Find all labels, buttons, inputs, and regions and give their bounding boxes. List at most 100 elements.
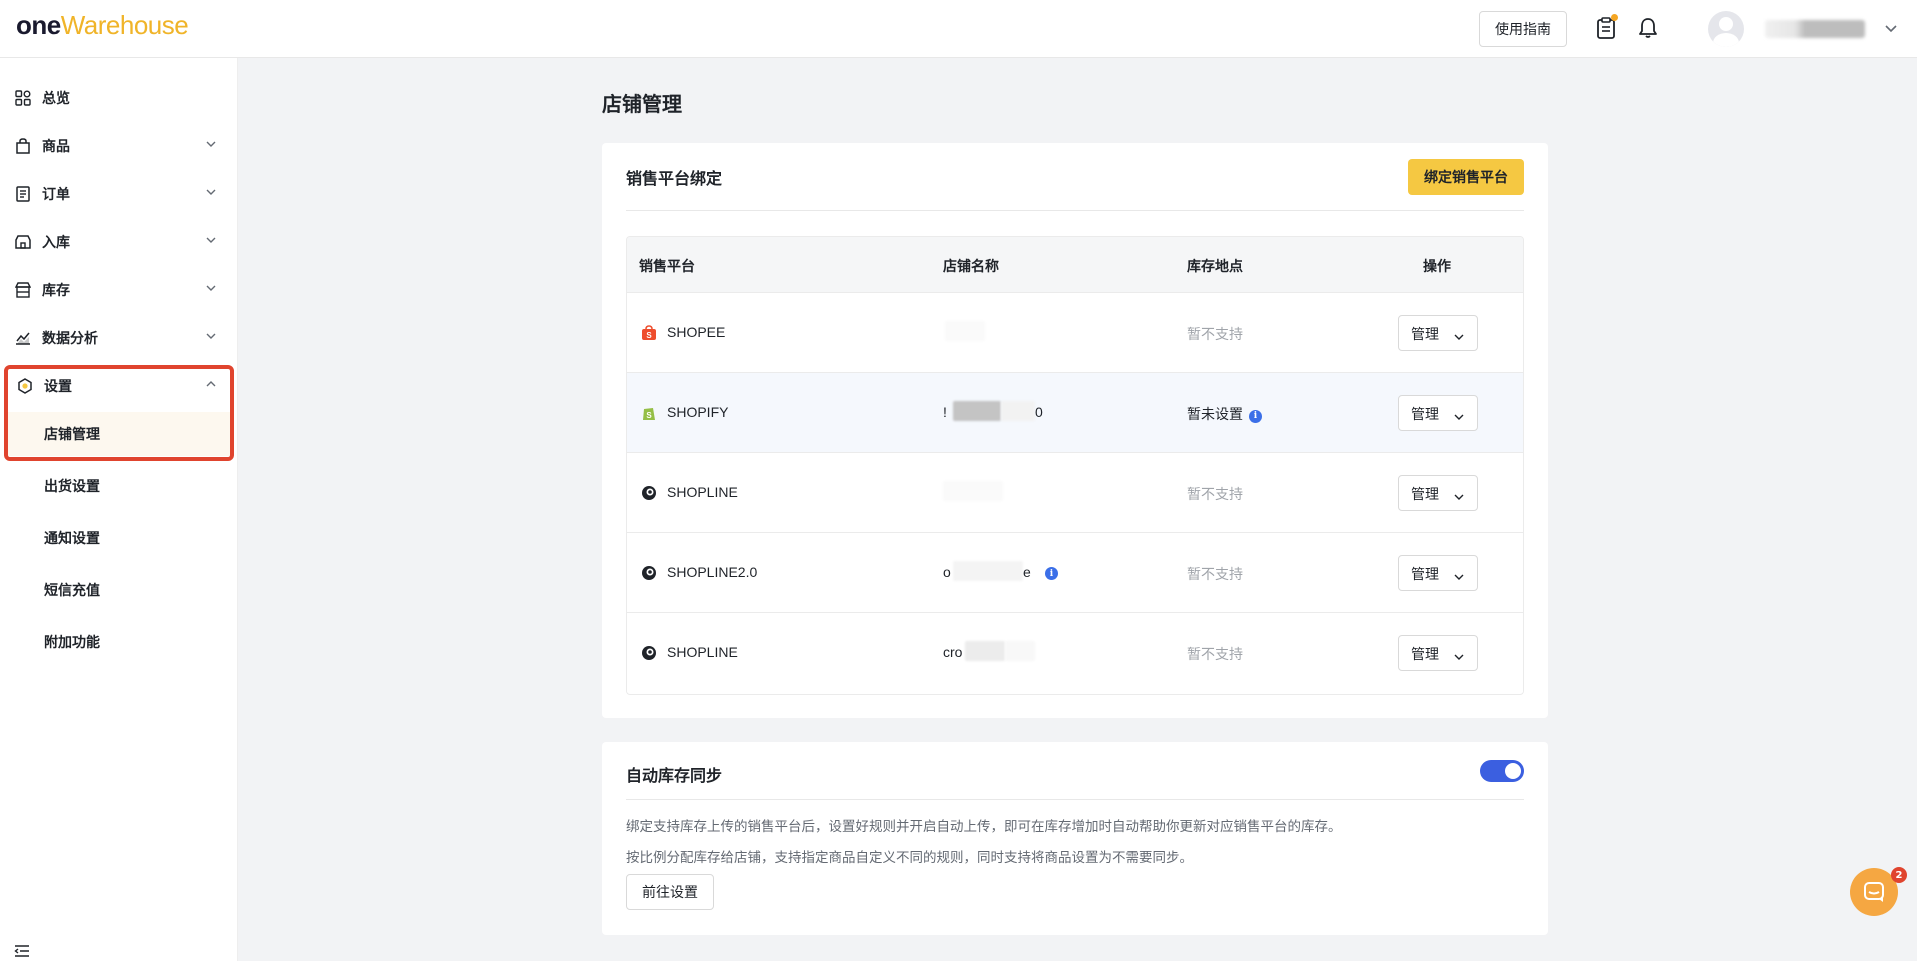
inventory-location: 暂不支持 xyxy=(1187,327,1243,343)
store-name-redacted xyxy=(953,401,1001,421)
chat-unread-badge: 2 xyxy=(1891,867,1907,883)
shopline-icon xyxy=(641,485,657,501)
table-header: 销售平台 店铺名称 库存地点 操作 xyxy=(627,237,1523,293)
auto-inventory-sync-card: 自动库存同步 绑定支持库存上传的销售平台后，设置好规则并开启自动上传，即可在库存… xyxy=(602,742,1548,935)
manage-label: 管理 xyxy=(1411,647,1439,663)
user-name-redacted[interactable] xyxy=(1765,20,1865,38)
sidebar-subitem-addons[interactable]: 附加功能 xyxy=(0,620,238,664)
store-name-prefix: ! xyxy=(943,404,947,420)
collapse-sidebar-icon[interactable] xyxy=(14,943,30,957)
logo-warehouse: Warehouse xyxy=(60,10,189,40)
sidebar-subitem-sms-topup[interactable]: 短信充值 xyxy=(0,568,238,612)
dashboard-icon xyxy=(14,89,32,107)
sidebar-subitem-shipping-settings[interactable]: 出货设置 xyxy=(0,464,238,508)
location-text: 暂未设置 xyxy=(1187,407,1243,423)
store-name-redacted xyxy=(965,641,1005,661)
order-list-icon xyxy=(14,185,32,203)
shopline-icon xyxy=(641,645,657,661)
chevron-down-icon xyxy=(1453,489,1465,507)
platform-name: SHOPLINE2.0 xyxy=(667,564,758,580)
inventory-location: 暂不支持 xyxy=(1187,647,1243,663)
platform-binding-card: 销售平台绑定 绑定销售平台 销售平台 店铺名称 库存地点 操作 S SHOPEE… xyxy=(602,143,1548,718)
auto-sync-toggle[interactable] xyxy=(1480,760,1524,782)
auto-sync-title: 自动库存同步 xyxy=(626,766,723,785)
manage-dropdown-button[interactable]: 管理 xyxy=(1398,475,1478,511)
sidebar-item-inventory[interactable]: 库存 xyxy=(0,270,238,310)
clipboard-icon[interactable] xyxy=(1594,14,1618,40)
column-header-store-name: 店铺名称 xyxy=(943,259,999,275)
sidebar-item-label: 商品 xyxy=(42,139,70,155)
sidebar-item-label: 总览 xyxy=(42,91,70,107)
column-header-platform: 销售平台 xyxy=(639,259,695,275)
logo[interactable]: oneWarehouse xyxy=(16,10,189,41)
manage-dropdown-button[interactable]: 管理 xyxy=(1398,315,1478,351)
table-row: SHOPLINE 暂不支持 管理 xyxy=(627,453,1523,533)
inventory-location: 暂不支持 xyxy=(1187,487,1243,503)
warehouse-icon xyxy=(14,233,32,251)
table-row: SHOPLINE2.0 o e i 暂不支持 管理 xyxy=(627,533,1523,613)
bind-platform-button[interactable]: 绑定销售平台 xyxy=(1408,159,1524,195)
chevron-down-icon xyxy=(204,281,218,299)
sidebar-subitem-notification-settings[interactable]: 通知设置 xyxy=(0,516,238,560)
sidebar-subitem-label: 短信充值 xyxy=(44,583,100,599)
column-header-location: 库存地点 xyxy=(1187,259,1243,275)
chevron-down-icon xyxy=(204,137,218,155)
manage-label: 管理 xyxy=(1411,327,1439,343)
product-bag-icon xyxy=(14,137,32,155)
sidebar-item-label: 库存 xyxy=(42,283,70,299)
table-row: S SHOPEE 暂不支持 管理 xyxy=(627,293,1523,373)
sidebar-subitem-label: 通知设置 xyxy=(44,531,100,547)
user-guide-button[interactable]: 使用指南 xyxy=(1479,11,1567,47)
annotation-highlight-box xyxy=(4,365,234,461)
store-name-redacted xyxy=(1001,401,1035,421)
sidebar-subitem-label: 出货设置 xyxy=(44,479,100,495)
chevron-down-icon xyxy=(1453,409,1465,427)
store-name-suffix: e xyxy=(1023,564,1031,580)
sidebar-item-inbound[interactable]: 入库 xyxy=(0,222,238,262)
store-name-redacted xyxy=(945,321,985,341)
chevron-down-icon xyxy=(1453,329,1465,347)
shopline-icon xyxy=(641,565,657,581)
store-name-prefix: cro xyxy=(943,644,963,660)
manage-dropdown-button[interactable]: 管理 xyxy=(1398,555,1478,591)
chevron-down-icon xyxy=(204,233,218,251)
auto-sync-description-2: 按比例分配库存给店铺，支持指定商品自定义不同的规则，同时支持将商品设置为不需要同… xyxy=(626,850,1193,866)
chat-icon xyxy=(1864,882,1884,902)
manage-label: 管理 xyxy=(1411,567,1439,583)
table-row: S SHOPIFY ! 0 暂未设置 i 管理 xyxy=(627,373,1523,453)
sidebar-item-orders[interactable]: 订单 xyxy=(0,174,238,214)
column-header-actions: 操作 xyxy=(1423,259,1451,275)
bell-icon[interactable] xyxy=(1636,16,1660,40)
manage-dropdown-button[interactable]: 管理 xyxy=(1398,635,1478,671)
sidebar-item-label: 入库 xyxy=(42,235,70,251)
platform-table: 销售平台 店铺名称 库存地点 操作 S SHOPEE 暂不支持 管理 S SHO… xyxy=(626,236,1524,695)
svg-text:S: S xyxy=(646,411,652,420)
page-title: 店铺管理 xyxy=(602,92,682,116)
inventory-icon xyxy=(14,281,32,299)
top-header: oneWarehouse 使用指南 xyxy=(0,0,1917,58)
sidebar-item-label: 订单 xyxy=(42,187,70,203)
sidebar: 总览 商品 订单 入库 库存 数据分析 设置 店铺管理 出货设置 通知设置 短信 xyxy=(0,58,238,961)
platform-name: SHOPLINE xyxy=(667,484,738,500)
store-name-suffix: 0 xyxy=(1035,404,1043,420)
sidebar-item-products[interactable]: 商品 xyxy=(0,126,238,166)
store-name-redacted xyxy=(1005,641,1035,661)
platform-name: SHOPIFY xyxy=(667,404,729,420)
inventory-location: 暂未设置 i xyxy=(1187,404,1262,424)
sidebar-item-overview[interactable]: 总览 xyxy=(0,78,238,118)
chevron-down-icon xyxy=(1453,569,1465,587)
logo-one: one xyxy=(16,10,61,40)
shopify-icon: S xyxy=(641,405,657,421)
sidebar-item-analytics[interactable]: 数据分析 xyxy=(0,318,238,358)
info-icon[interactable]: i xyxy=(1249,409,1262,423)
chevron-down-icon xyxy=(204,329,218,347)
chevron-down-icon xyxy=(204,185,218,203)
chevron-down-icon[interactable] xyxy=(1883,20,1899,40)
goto-settings-button[interactable]: 前往设置 xyxy=(626,874,714,910)
inventory-location: 暂不支持 xyxy=(1187,567,1243,583)
info-icon[interactable]: i xyxy=(1045,567,1058,580)
store-name-redacted xyxy=(943,481,1003,501)
user-avatar[interactable] xyxy=(1708,11,1744,47)
chart-icon xyxy=(14,329,32,347)
manage-dropdown-button[interactable]: 管理 xyxy=(1398,395,1478,431)
